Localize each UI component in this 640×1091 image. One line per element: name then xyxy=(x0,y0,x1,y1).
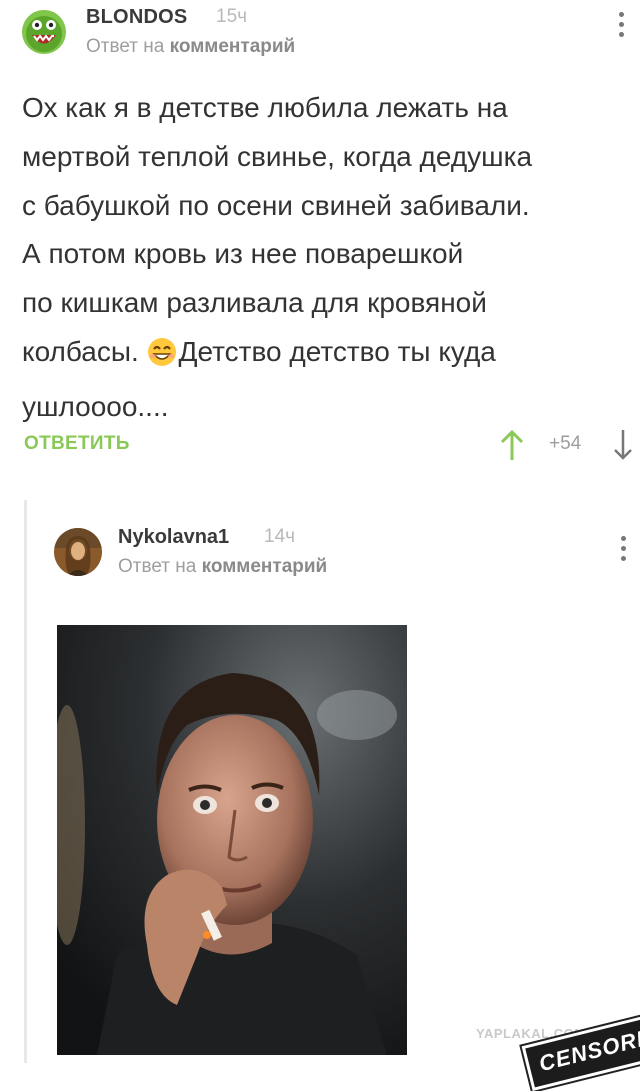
reply-info: Ответ на комментарий xyxy=(118,556,327,578)
comment-text: Ох как я в детстве любила лежать на мерт… xyxy=(22,84,622,432)
man-smoking-cigarette-photo-icon xyxy=(57,625,407,1055)
more-options-icon[interactable] xyxy=(619,12,625,42)
reply-target-link[interactable]: комментарий xyxy=(202,556,328,577)
downvote-arrow-icon[interactable] xyxy=(612,428,634,467)
author-name[interactable]: BLONDOS xyxy=(86,6,187,29)
comment-image[interactable] xyxy=(57,625,407,1055)
reply-info: Ответ на комментарий xyxy=(86,36,295,58)
avatar[interactable] xyxy=(54,528,102,576)
author-name[interactable]: Nykolavna1 xyxy=(118,526,229,549)
reply-button[interactable]: ОТВЕТИТЬ xyxy=(24,433,130,455)
portrait-painting-avatar-icon xyxy=(54,528,102,576)
comment-line: колбасы. Детство детство ты куда xyxy=(22,328,622,383)
comment-line: Ох как я в детстве любила лежать на xyxy=(22,92,508,123)
more-options-icon[interactable] xyxy=(621,536,627,566)
comment-line: мертвой теплой свинье, когда дедушка xyxy=(22,140,533,172)
reply-prefix: Ответ на xyxy=(118,556,197,577)
censored-stamp: CENSORED xyxy=(521,1011,640,1091)
stamp-text: CENSORED xyxy=(536,1019,640,1077)
comment-line: с бабушкой по осени свиней забивали. xyxy=(22,189,530,221)
comment-line: по кишкам разливала для кровяной xyxy=(22,287,487,319)
rating-score: +54 xyxy=(549,433,582,454)
green-monster-avatar-icon xyxy=(22,10,66,54)
comment-time: 14ч xyxy=(264,526,296,547)
avatar[interactable] xyxy=(22,10,66,54)
upvote-arrow-icon[interactable] xyxy=(499,428,525,467)
thread-line[interactable] xyxy=(24,500,27,1063)
reply-target-link[interactable]: комментарий xyxy=(170,36,296,57)
comment-fragment: колбасы. xyxy=(22,335,139,367)
comment-time: 15ч xyxy=(216,6,248,27)
grinning-smiley-emoji-icon xyxy=(147,334,177,383)
comment-line: ушлоооо.... xyxy=(22,390,169,422)
reply-prefix: Ответ на xyxy=(86,36,165,57)
comment-fragment: Детство детство ты куда xyxy=(178,335,496,367)
comment-line: А потом кровь из нее поварешкой xyxy=(22,238,464,270)
